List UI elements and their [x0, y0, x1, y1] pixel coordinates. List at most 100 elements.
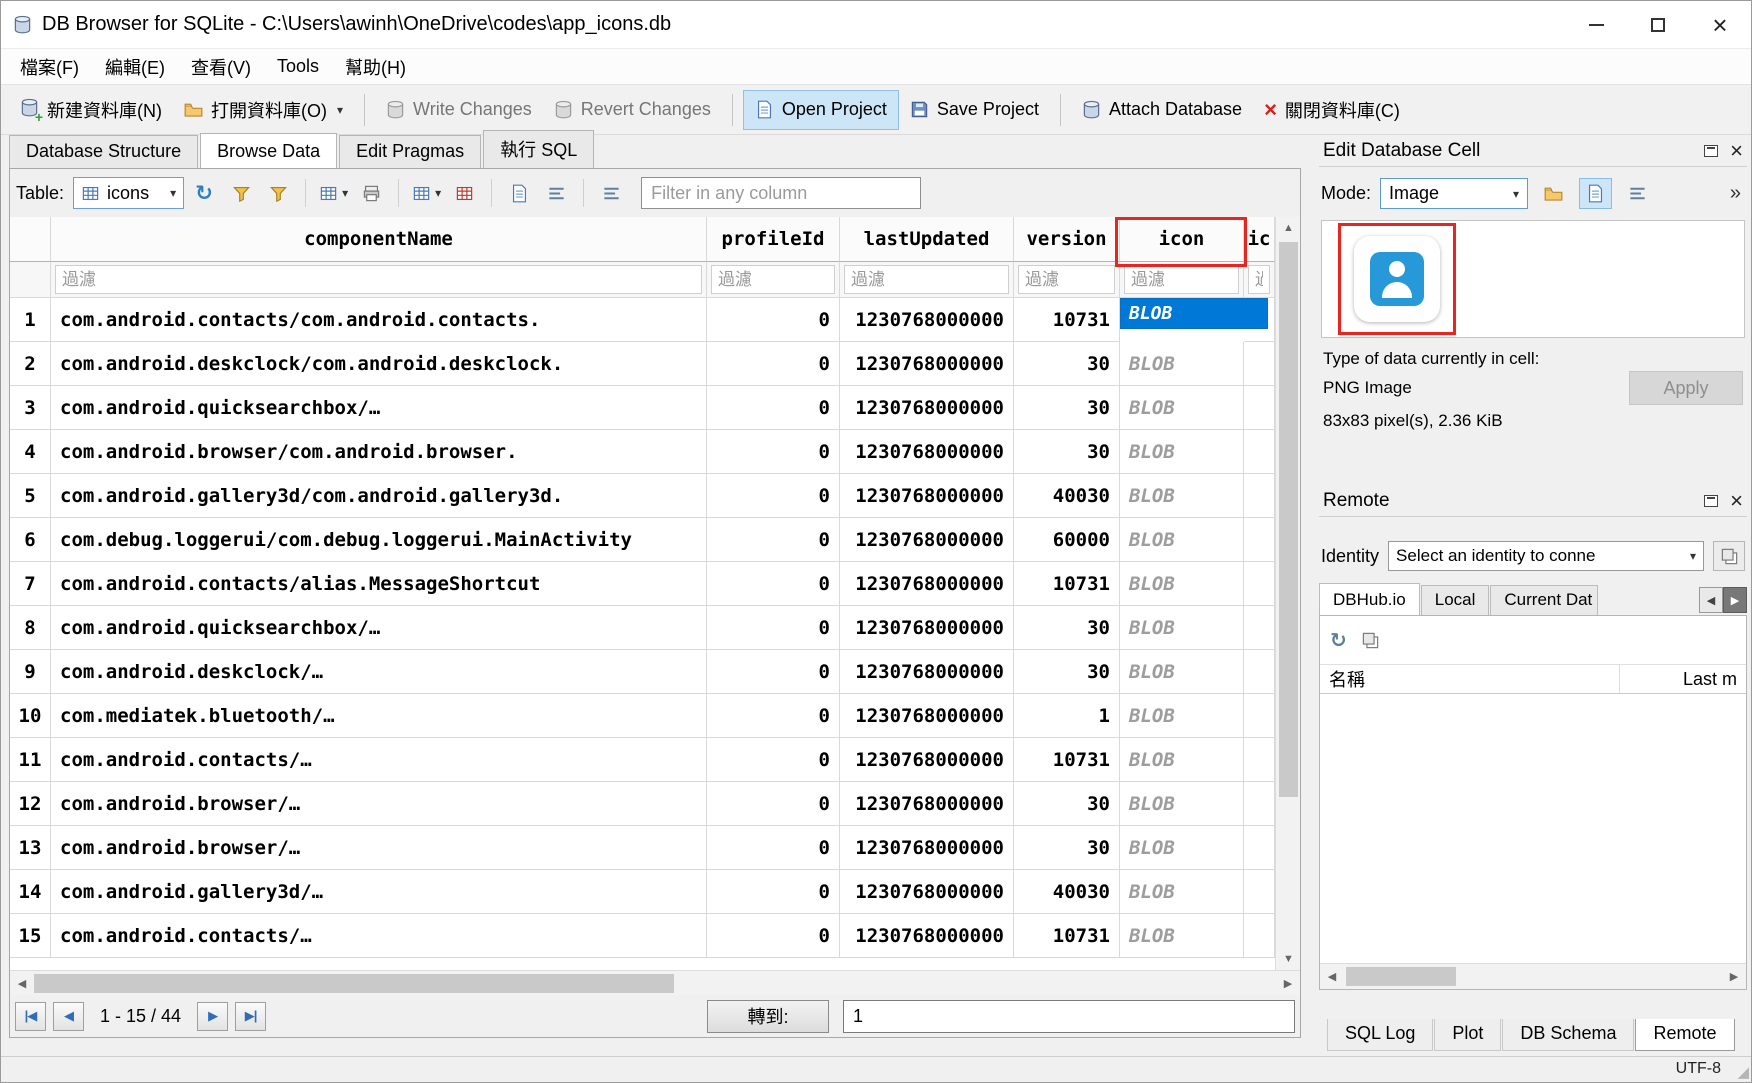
cell-lastupdated[interactable]: 1230768000000	[840, 914, 1014, 958]
scroll-right-icon[interactable]: ▶	[1276, 971, 1300, 995]
tab-dbhub[interactable]: DBHub.io	[1319, 583, 1420, 615]
cell-version[interactable]: 40030	[1014, 870, 1120, 914]
cell-partial[interactable]	[1244, 826, 1275, 870]
goto-record-input[interactable]	[843, 1000, 1295, 1033]
cell-icon-blob[interactable]: BLOB	[1120, 826, 1244, 870]
remote-list-body[interactable]	[1320, 694, 1746, 963]
refresh-button[interactable]: ↻	[187, 176, 221, 210]
cell-version[interactable]: 40030	[1014, 474, 1120, 518]
cell-componentname[interactable]: com.android.contacts/alias.MessageShortc…	[51, 562, 707, 606]
cell-icon-blob[interactable]: BLOB	[1120, 386, 1244, 430]
minimize-button[interactable]	[1565, 1, 1627, 49]
remote-scroll-thumb[interactable]	[1346, 967, 1456, 986]
cell-lastupdated[interactable]: 1230768000000	[840, 474, 1014, 518]
cell-profileid[interactable]: 0	[707, 782, 840, 826]
cell-icon-blob[interactable]: BLOB	[1120, 870, 1244, 914]
cell-partial[interactable]	[1244, 914, 1275, 958]
cell-partial[interactable]	[1244, 298, 1275, 342]
tab-current-database[interactable]: Current Dat	[1490, 585, 1598, 615]
cell-lastupdated[interactable]: 1230768000000	[840, 738, 1014, 782]
cell-componentname[interactable]: com.android.browser/com.android.browser.	[51, 430, 707, 474]
cell-profileid[interactable]: 0	[707, 562, 840, 606]
cell-lastupdated[interactable]: 1230768000000	[840, 562, 1014, 606]
cell-lastupdated[interactable]: 1230768000000	[840, 826, 1014, 870]
scroll-down-icon[interactable]: ▼	[1276, 948, 1300, 970]
column-header-componentname[interactable]: componentName	[51, 217, 707, 262]
cell-profileid[interactable]: 0	[707, 694, 840, 738]
insert-record-button[interactable]: ▾	[409, 176, 444, 210]
filter-partial-input[interactable]	[1248, 265, 1270, 294]
tab-sql-log[interactable]: SQL Log	[1327, 1019, 1433, 1051]
horizontal-scrollbar[interactable]: ◀ ▶	[10, 970, 1300, 995]
column-header-icon[interactable]: icon	[1120, 217, 1244, 262]
cell-partial[interactable]	[1244, 386, 1275, 430]
menu-help[interactable]: 幫助(H)	[332, 49, 419, 84]
cell-componentname[interactable]: com.mediatek.bluetooth/…	[51, 694, 707, 738]
cell-lastupdated[interactable]: 1230768000000	[840, 870, 1014, 914]
cell-profileid[interactable]: 0	[707, 474, 840, 518]
row-number[interactable]: 15	[10, 914, 51, 958]
filter-icon-input[interactable]	[1124, 265, 1239, 294]
tab-local[interactable]: Local	[1421, 585, 1490, 615]
cell-profileid[interactable]: 0	[707, 650, 840, 694]
tab-remote[interactable]: Remote	[1635, 1019, 1734, 1051]
cell-version[interactable]: 30	[1014, 826, 1120, 870]
cell-version[interactable]: 1	[1014, 694, 1120, 738]
tab-db-schema[interactable]: DB Schema	[1502, 1019, 1634, 1051]
cell-icon-blob[interactable]: BLOB	[1120, 782, 1244, 826]
cell-partial[interactable]	[1244, 430, 1275, 474]
cell-version[interactable]: 30	[1014, 650, 1120, 694]
cell-lastupdated[interactable]: 1230768000000	[840, 386, 1014, 430]
cell-partial[interactable]	[1244, 518, 1275, 562]
cell-version[interactable]: 60000	[1014, 518, 1120, 562]
filter-profileid-input[interactable]	[711, 265, 835, 294]
cell-version[interactable]: 30	[1014, 606, 1120, 650]
tab-scroll-left-button[interactable]: ◀	[1699, 587, 1723, 613]
import-data-button[interactable]	[1537, 178, 1570, 209]
cell-version[interactable]: 10731	[1014, 914, 1120, 958]
identity-select[interactable]: Select an identity to conne ▾	[1388, 541, 1704, 571]
cell-profileid[interactable]: 0	[707, 386, 840, 430]
cell-icon-blob[interactable]: BLOB	[1120, 342, 1244, 386]
cell-profileid[interactable]: 0	[707, 518, 840, 562]
filter-version-input[interactable]	[1018, 265, 1115, 294]
open-external-button[interactable]	[539, 176, 573, 210]
scroll-left-icon[interactable]: ◀	[1320, 964, 1344, 988]
cell-version[interactable]: 10731	[1014, 562, 1120, 606]
column-header-lastupdated[interactable]: lastUpdated	[840, 217, 1014, 262]
cell-partial[interactable]	[1244, 562, 1275, 606]
row-number[interactable]: 8	[10, 606, 51, 650]
tab-plot[interactable]: Plot	[1434, 1019, 1501, 1051]
save-filter-button[interactable]	[261, 176, 295, 210]
cell-profileid[interactable]: 0	[707, 430, 840, 474]
cell-version[interactable]: 30	[1014, 782, 1120, 826]
tab-database-structure[interactable]: Database Structure	[9, 135, 198, 168]
vertical-scroll-thumb[interactable]	[1279, 242, 1298, 797]
cell-componentname[interactable]: com.android.deskclock/com.android.deskcl…	[51, 342, 707, 386]
close-panel-icon[interactable]: ×	[1730, 140, 1743, 162]
cell-componentname[interactable]: com.android.gallery3d/com.android.galler…	[51, 474, 707, 518]
menu-file[interactable]: 檔案(F)	[7, 49, 92, 84]
cell-lastupdated[interactable]: 1230768000000	[840, 650, 1014, 694]
column-header-partial[interactable]: ic	[1244, 217, 1275, 262]
cell-icon-blob[interactable]: BLOB	[1120, 518, 1244, 562]
tab-execute-sql[interactable]: 執行 SQL	[483, 130, 594, 168]
menu-view[interactable]: 查看(V)	[178, 49, 264, 84]
cell-lastupdated[interactable]: 1230768000000	[840, 298, 1014, 342]
save-project-button[interactable]: Save Project	[899, 90, 1050, 130]
row-number[interactable]: 11	[10, 738, 51, 782]
row-number[interactable]: 7	[10, 562, 51, 606]
cell-icon-blob[interactable]: BLOB	[1120, 914, 1244, 958]
revert-changes-button[interactable]: Revert Changes	[543, 90, 722, 130]
row-number[interactable]: 13	[10, 826, 51, 870]
last-record-button[interactable]: ▶|	[235, 1002, 266, 1031]
tab-browse-data[interactable]: Browse Data	[200, 133, 337, 168]
menu-tools[interactable]: Tools	[264, 49, 332, 84]
float-panel-icon[interactable]	[1704, 495, 1718, 507]
cell-profileid[interactable]: 0	[707, 298, 840, 342]
cell-profileid[interactable]: 0	[707, 342, 840, 386]
scroll-left-icon[interactable]: ◀	[10, 971, 34, 995]
cell-lastupdated[interactable]: 1230768000000	[840, 342, 1014, 386]
menu-edit[interactable]: 編輯(E)	[92, 49, 178, 84]
row-number[interactable]: 10	[10, 694, 51, 738]
